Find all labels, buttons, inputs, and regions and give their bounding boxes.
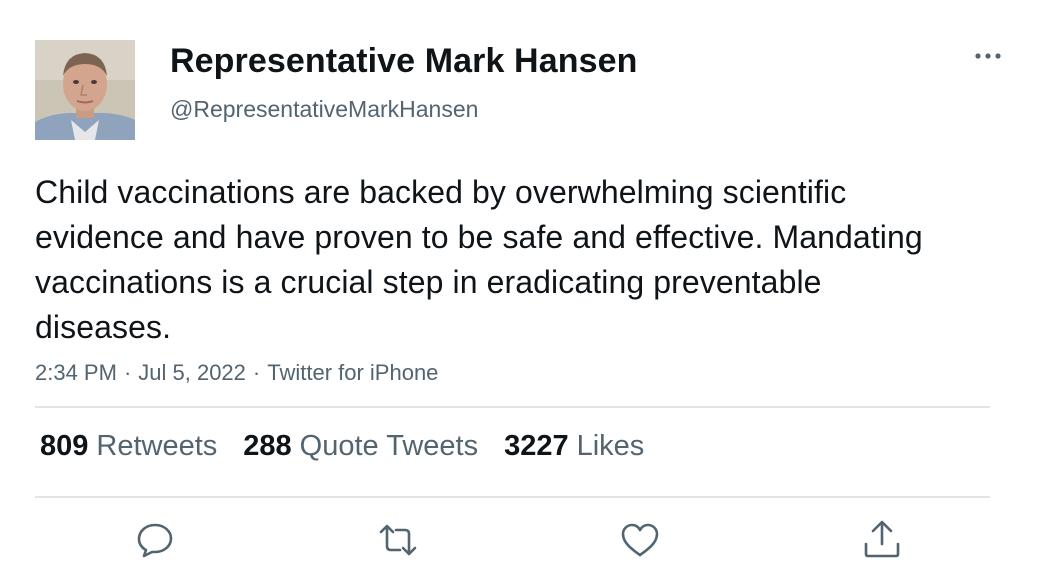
divider [35, 406, 990, 408]
quote-tweets-count: 288 [243, 430, 292, 462]
share-button[interactable] [860, 518, 904, 562]
meta-separator: · [252, 360, 261, 385]
tweet-source[interactable]: Twitter for iPhone [267, 360, 438, 385]
likes-label: Likes [576, 430, 645, 462]
more-icon [975, 53, 1001, 59]
tweet-time[interactable]: 2:34 PM [35, 360, 117, 385]
retweet-button[interactable] [376, 518, 420, 562]
display-name[interactable]: Representative Mark Hansen [170, 42, 637, 81]
quote-tweets-label: Quote Tweets [299, 430, 479, 462]
avatar[interactable] [35, 40, 135, 140]
tweet-text: Child vaccinations are backed by overwhe… [35, 174, 923, 345]
quote-tweets-stat[interactable]: 288 Quote Tweets [243, 430, 478, 463]
reply-button[interactable] [133, 518, 177, 562]
divider [35, 496, 990, 498]
share-icon [864, 520, 900, 558]
profile-photo-icon [35, 40, 135, 140]
heart-icon [621, 523, 659, 557]
engagement-stats: 809 Retweets 288 Quote Tweets 3227 Likes [40, 430, 670, 463]
tweet-date[interactable]: Jul 5, 2022 [138, 360, 246, 385]
reply-icon [137, 523, 173, 558]
likes-stat[interactable]: 3227 Likes [504, 430, 644, 463]
tweet-metadata: 2:34 PM · Jul 5, 2022 · Twitter for iPhone [35, 360, 438, 386]
retweets-label: Retweets [96, 430, 218, 462]
likes-count: 3227 [504, 430, 569, 462]
retweet-icon [379, 524, 417, 556]
user-handle[interactable]: @RepresentativeMarkHansen [170, 96, 478, 123]
retweets-count: 809 [40, 430, 89, 462]
like-button[interactable] [618, 518, 662, 562]
more-options-button[interactable] [968, 38, 1008, 74]
retweets-stat[interactable]: 809 Retweets [40, 430, 217, 463]
meta-separator: · [123, 360, 132, 385]
